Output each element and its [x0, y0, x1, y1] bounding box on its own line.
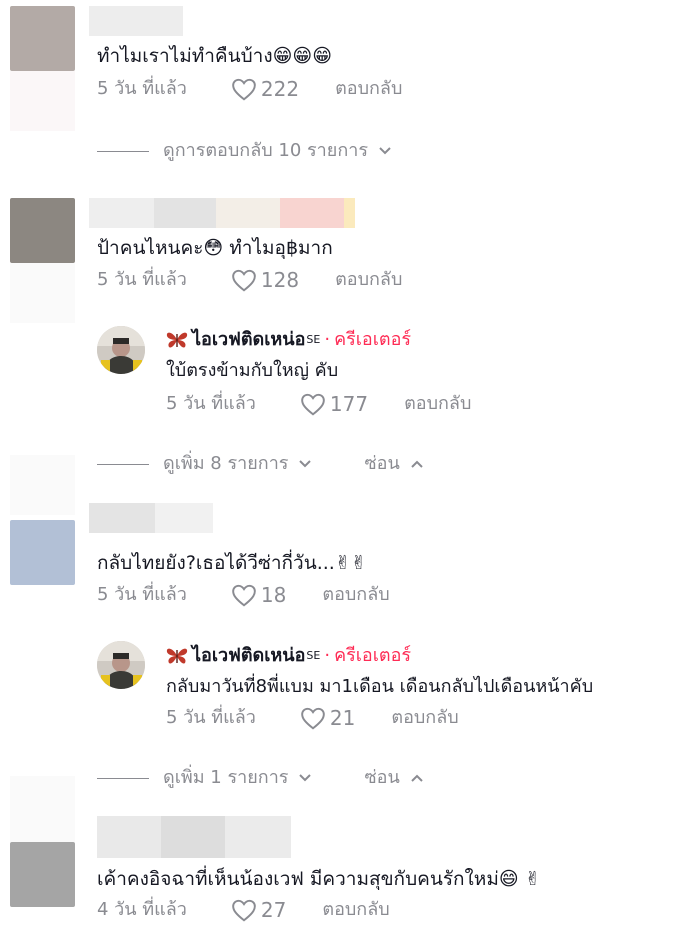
comment-meta: 5 วัน ที่แล้ว 128 ตอบกลับ: [97, 268, 402, 292]
comment-meta: 5 วัน ที่แล้ว 18 ตอบกลับ: [97, 583, 390, 607]
heart-outline-icon: [301, 707, 325, 730]
reply-button[interactable]: ตอบกลับ: [404, 392, 471, 416]
view-more-row: ดูเพิ่ม 1 รายการ ซ่อน: [97, 766, 424, 790]
heart-outline-icon: [232, 78, 256, 101]
reply-meta: 5 วัน ที่แล้ว 177 ตอบกลับ: [166, 392, 471, 416]
view-more-button[interactable]: ดูเพิ่ม 8 รายการ: [163, 452, 312, 476]
like-count: 27: [260, 898, 287, 922]
like-count: 128: [260, 268, 300, 292]
comment-time: 5 วัน ที่แล้ว: [97, 78, 187, 99]
blur-strip: [10, 71, 75, 131]
commenter-avatar[interactable]: [10, 6, 75, 71]
divider-line: [97, 150, 149, 152]
chevron-down-icon: [299, 774, 312, 782]
creator-avatar[interactable]: [97, 326, 145, 374]
author-suffix: SE: [306, 649, 321, 662]
reply-time: 5 วัน ที่แล้ว: [166, 393, 256, 414]
comment-time: 5 วัน ที่แล้ว: [97, 584, 187, 605]
reply-text: กลับมาวันที่8พี่แบม มา1เดือน เดือนกลับไป…: [166, 676, 594, 697]
reply-button[interactable]: ตอบกลับ: [391, 706, 458, 730]
like-button[interactable]: 177: [300, 392, 368, 416]
reply-button[interactable]: ตอบกลับ: [335, 77, 402, 101]
reply-button[interactable]: ตอบกลับ: [322, 898, 389, 922]
creator-badge: ครีเอเตอร์: [334, 645, 412, 666]
commenter-avatar[interactable]: [10, 520, 75, 585]
reply-author[interactable]: ไอเวฟติดเหน่อ SE · ครีเอเตอร์: [166, 644, 411, 668]
comment-meta: 4 วัน ที่แล้ว 27 ตอบกลับ: [97, 898, 390, 922]
comment-time: 4 วัน ที่แล้ว: [97, 899, 187, 920]
view-replies-button[interactable]: ดูการตอบกลับ 10 รายการ: [163, 139, 392, 163]
blur-strip: [10, 776, 75, 842]
like-count: 222: [260, 77, 300, 101]
reply-button[interactable]: ตอบกลับ: [335, 268, 402, 292]
separator-dot: ·: [324, 329, 331, 350]
comment-text: ทำไมเราไม่ทำคืนบ้าง😁😁😁: [97, 45, 333, 67]
heart-outline-icon: [232, 899, 256, 922]
username-redacted[interactable]: [89, 198, 355, 228]
reply-author-name: ไอเวฟติดเหน่อ: [192, 645, 306, 666]
reply-button[interactable]: ตอบกลับ: [322, 583, 389, 607]
reply-meta: 5 วัน ที่แล้ว 21 ตอบกลับ: [166, 706, 459, 730]
creator-avatar[interactable]: [97, 641, 145, 689]
butterfly-icon: [166, 648, 188, 664]
reply-author-name: ไอเวฟติดเหน่อ: [192, 329, 306, 350]
hide-label: ซ่อน: [364, 453, 400, 474]
blur-strip: [10, 455, 75, 515]
chevron-up-icon: [411, 774, 423, 782]
view-more-label: ดูเพิ่ม 8 รายการ: [163, 453, 289, 474]
hide-replies-button[interactable]: ซ่อน: [364, 766, 423, 790]
commenter-avatar[interactable]: [10, 842, 75, 907]
like-button[interactable]: 128: [231, 268, 299, 292]
like-count: 18: [260, 583, 287, 607]
chevron-down-icon: [379, 147, 391, 155]
like-button[interactable]: 21: [300, 706, 355, 730]
hide-replies-button[interactable]: ซ่อน: [364, 452, 423, 476]
chevron-up-icon: [411, 460, 423, 468]
reply-author[interactable]: ไอเวฟติดเหน่อ SE · ครีเอเตอร์: [166, 328, 411, 352]
username-redacted[interactable]: [89, 6, 183, 36]
creator-avatar-image: [97, 641, 145, 689]
reply-time: 5 วัน ที่แล้ว: [166, 707, 256, 728]
view-more-button[interactable]: ดูเพิ่ม 1 รายการ: [163, 766, 312, 790]
username-redacted[interactable]: [97, 816, 291, 858]
heart-outline-icon: [301, 393, 325, 416]
separator-dot: ·: [324, 645, 331, 666]
commenter-avatar[interactable]: [10, 198, 75, 263]
comment-text: ป้าคนไหนคะ😳 ทำไมอุ฿มาก: [97, 237, 333, 259]
blur-strip: [10, 263, 75, 323]
comment-text: กลับไทยยัง?เธอได้วีซ่ากี่วัน...✌✌: [97, 552, 367, 574]
view-more-row: ดูเพิ่ม 8 รายการ ซ่อน: [97, 452, 424, 476]
like-button[interactable]: 27: [231, 898, 286, 922]
divider-line: [97, 463, 149, 465]
creator-badge: ครีเอเตอร์: [334, 329, 412, 350]
view-replies-label: ดูการตอบกลับ 10 รายการ: [163, 140, 368, 161]
author-suffix: SE: [306, 333, 321, 346]
creator-avatar-image: [97, 326, 145, 374]
heart-outline-icon: [232, 269, 256, 292]
like-count: 21: [329, 706, 356, 730]
comment-time: 5 วัน ที่แล้ว: [97, 269, 187, 290]
like-count: 177: [329, 392, 369, 416]
username-redacted[interactable]: [89, 503, 213, 533]
like-button[interactable]: 18: [231, 583, 286, 607]
heart-outline-icon: [232, 584, 256, 607]
like-button[interactable]: 222: [231, 77, 299, 101]
butterfly-icon: [166, 332, 188, 348]
comment-text: เค้าคงอิจฉาที่เห็นน้องเวฟ มีความสุขกับคน…: [97, 868, 541, 890]
view-replies-row: ดูการตอบกลับ 10 รายการ: [97, 139, 392, 163]
chevron-down-icon: [299, 460, 312, 468]
divider-line: [97, 777, 149, 779]
comment-meta: 5 วัน ที่แล้ว 222 ตอบกลับ: [97, 77, 402, 101]
view-more-label: ดูเพิ่ม 1 รายการ: [163, 767, 289, 788]
reply-text: ใบ้ตรงข้ามกับใหญ่ คับ: [166, 360, 339, 381]
hide-label: ซ่อน: [364, 767, 400, 788]
